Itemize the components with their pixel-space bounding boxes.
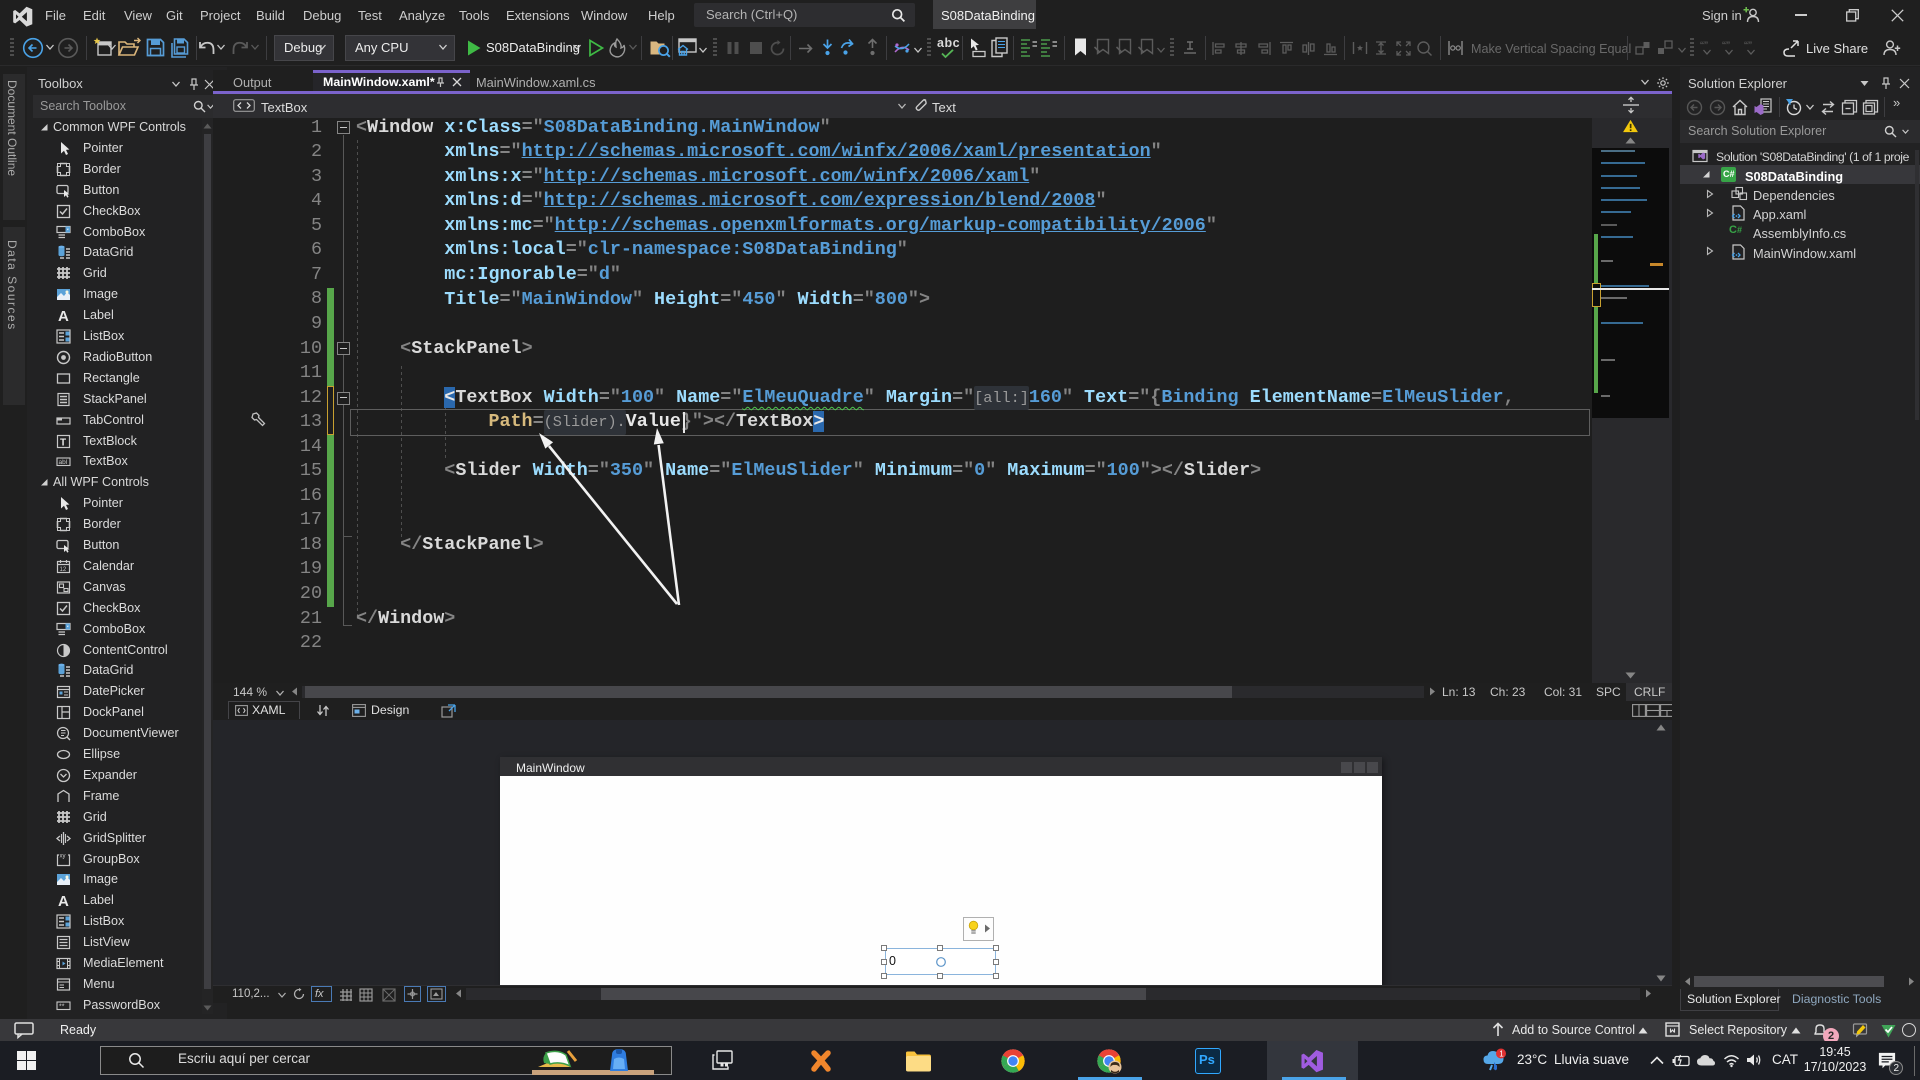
svg-text:**: **: [59, 1003, 65, 1010]
svg-text:abl: abl: [59, 459, 68, 466]
svg-text:T: T: [60, 437, 66, 448]
svg-text:xy: xy: [60, 853, 66, 859]
svg-text:A: A: [58, 893, 69, 910]
svg-text:12: 12: [60, 567, 67, 573]
svg-text:A: A: [58, 308, 69, 325]
svg-text:1: 1: [1499, 1050, 1504, 1059]
